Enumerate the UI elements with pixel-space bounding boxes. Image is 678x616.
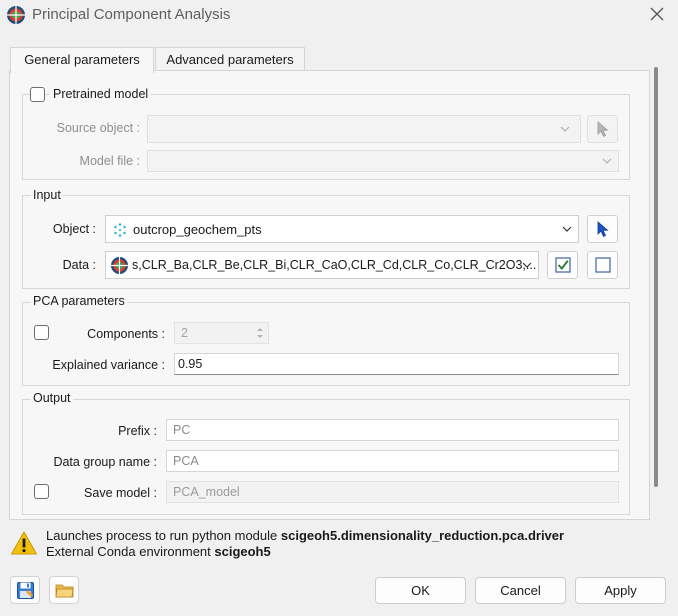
clear-data-button[interactable] (587, 251, 618, 279)
components-checkbox[interactable] (34, 325, 49, 340)
source-object-dropdown[interactable] (147, 115, 581, 143)
save-model-checkbox[interactable] (34, 484, 49, 499)
save-settings-button[interactable] (10, 576, 40, 604)
save-model-value: PCA_model (173, 485, 240, 499)
tab-general-parameters[interactable]: General parameters (10, 47, 154, 73)
model-file-dropdown[interactable] (147, 150, 619, 172)
object-select-button[interactable] (587, 215, 618, 243)
prefix-label: Prefix : (118, 424, 157, 438)
app-logo-icon (7, 6, 25, 24)
pca-parameters-title: PCA parameters (31, 294, 127, 308)
chevron-down-icon (602, 158, 612, 164)
tab-advanced-parameters-label: Advanced parameters (166, 52, 294, 67)
components-value: 2 (181, 326, 188, 340)
chevron-down-icon (522, 262, 532, 268)
explained-variance-input[interactable]: 0.95 (174, 353, 619, 375)
data-group-name-label: Data group name : (53, 455, 157, 469)
source-object-label: Source object : (56, 121, 140, 135)
select-all-data-button[interactable] (547, 251, 578, 279)
prefix-input[interactable]: PC (166, 419, 619, 441)
cursor-arrow-icon (597, 221, 609, 238)
status-line-2: External Conda environment scigeoh5 (46, 544, 271, 559)
explained-variance-label: Explained variance : (52, 358, 165, 372)
points-object-icon (114, 223, 126, 237)
pretrained-model-checkbox[interactable] (30, 87, 45, 102)
data-layer-icon (110, 256, 129, 275)
status-module-name: scigeoh5.dimensionality_reduction.pca.dr… (280, 528, 565, 543)
chevron-down-icon (560, 126, 570, 132)
explained-variance-value: 0.95 (178, 357, 203, 371)
tab-general-parameters-label: General parameters (24, 52, 140, 67)
status-env-name: scigeoh5 (214, 544, 271, 559)
save-model-input[interactable]: PCA_model (166, 481, 619, 503)
output-group-title: Output (31, 391, 73, 405)
status-line-1-text: Launches process to run python module (46, 528, 281, 543)
save-model-label: Save model : (84, 486, 157, 500)
chevron-down-icon (562, 226, 572, 232)
prefix-value: PC (173, 423, 191, 437)
warning-icon (11, 531, 37, 555)
object-value: outcrop_geochem_pts (133, 222, 262, 237)
empty-box-icon (595, 257, 611, 273)
pretrained-model-label: Pretrained model (50, 87, 152, 101)
object-dropdown[interactable]: outcrop_geochem_pts (105, 215, 579, 243)
data-label: Data : (62, 258, 96, 272)
folder-icon (55, 584, 74, 598)
status-line-2-text: External Conda environment (46, 544, 215, 559)
source-object-select-button[interactable] (587, 115, 618, 143)
data-dropdown[interactable]: s,CLR_Ba,CLR_Be,CLR_Bi,CLR_CaO,CLR_Cd,CL… (105, 251, 539, 279)
save-disk-icon (17, 582, 34, 599)
data-group-name-input[interactable]: PCA (166, 450, 619, 472)
model-file-label: Model file : (79, 154, 140, 168)
scrollbar-thumb[interactable] (654, 67, 658, 487)
status-line-1: Launches process to run python module sc… (46, 528, 564, 543)
ok-button[interactable]: OK (375, 577, 466, 604)
open-settings-button[interactable] (49, 576, 79, 604)
title-bar: Principal Component Analysis (0, 0, 678, 30)
input-group-title: Input (31, 188, 63, 202)
object-label: Object : (52, 222, 96, 236)
apply-button[interactable]: Apply (575, 577, 666, 604)
checked-box-icon (555, 257, 571, 273)
window-title: Principal Component Analysis (32, 6, 231, 23)
cursor-arrow-icon (597, 121, 609, 138)
spin-arrows-icon (257, 328, 263, 338)
cancel-button[interactable]: Cancel (475, 577, 566, 604)
components-label: Components : (87, 327, 165, 341)
data-value: s,CLR_Ba,CLR_Be,CLR_Bi,CLR_CaO,CLR_Cd,CL… (132, 258, 537, 272)
components-spinbox[interactable]: 2 (174, 322, 269, 344)
close-icon[interactable] (648, 5, 666, 23)
data-group-name-value: PCA (173, 454, 199, 468)
tab-advanced-parameters[interactable]: Advanced parameters (155, 47, 305, 71)
